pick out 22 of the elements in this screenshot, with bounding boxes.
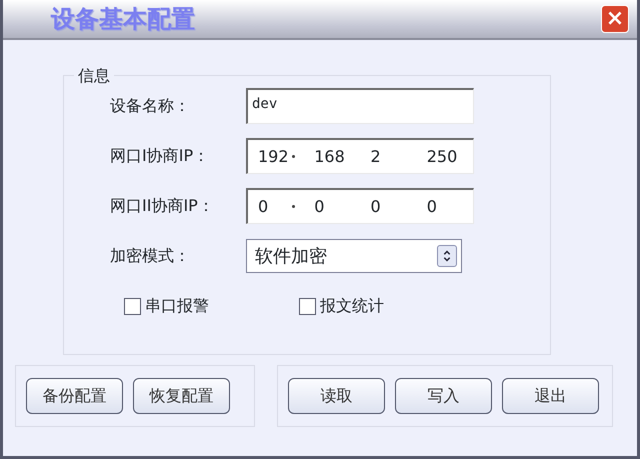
- window-title: 设备基本配置: [51, 3, 195, 35]
- checkbox[interactable]: [124, 298, 141, 314]
- field-label: 网口I协商IP：: [110, 145, 210, 167]
- field-label: 网口II协商IP：: [110, 195, 215, 217]
- button[interactable]: 恢复配置: [133, 378, 230, 414]
- input-field[interactable]: dev: [246, 88, 474, 124]
- field-label: 加密模式：: [110, 245, 191, 267]
- separator-dot: [292, 155, 295, 158]
- field-label: 设备名称：: [110, 95, 191, 117]
- dropdown[interactable]: 软件加密: [246, 239, 462, 273]
- button[interactable]: 退出: [502, 378, 599, 414]
- button[interactable]: 备份配置: [26, 378, 123, 414]
- checkbox-label: 串口报警: [145, 295, 209, 317]
- close-button[interactable]: ×: [601, 5, 629, 33]
- button[interactable]: 写入: [395, 378, 492, 414]
- spinner-arrows-icon[interactable]: [437, 245, 457, 267]
- checkbox[interactable]: [299, 298, 316, 314]
- button[interactable]: 读取: [288, 378, 385, 414]
- ip-address-field[interactable]: 192 168 2 250: [246, 138, 474, 174]
- checkbox-label: 报文统计: [320, 295, 384, 317]
- separator-dot: [292, 205, 295, 208]
- ip-address-field[interactable]: 0 0 0 0: [246, 188, 474, 224]
